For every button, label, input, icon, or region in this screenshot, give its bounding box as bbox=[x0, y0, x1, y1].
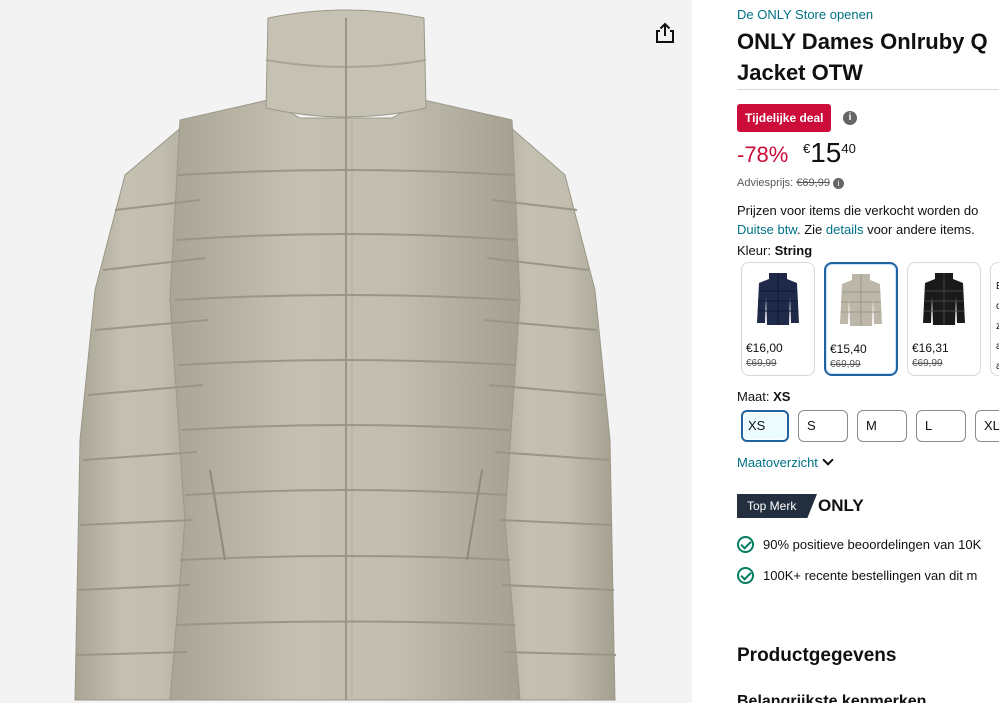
highlight-positive-reviews: 90% positieve beoordelingen van 10K bbox=[737, 536, 981, 553]
share-button[interactable] bbox=[650, 18, 680, 48]
swatch-price-black: €16,31 bbox=[912, 341, 949, 355]
discount-percentage: -78% bbox=[737, 142, 789, 167]
vat-notice-line2: Duitse btw. Zie details voor andere item… bbox=[737, 222, 975, 237]
list-price-info-icon[interactable]: i bbox=[832, 177, 844, 189]
product-image-panel[interactable] bbox=[0, 0, 692, 703]
store-link[interactable]: De ONLY Store openen bbox=[737, 7, 873, 22]
highlight-text: 90% positieve beoordelingen van 10K bbox=[763, 537, 982, 552]
swatch-old-price-navy: €69,99 bbox=[746, 358, 777, 369]
list-price-label: Adviesprijs: bbox=[737, 177, 794, 189]
share-icon bbox=[656, 22, 674, 43]
highlight-text: 100K+ recente bestellingen van dit m bbox=[763, 568, 978, 583]
swatch-old-price-string: €69,99 bbox=[830, 359, 861, 370]
product-image-jacket[interactable] bbox=[0, 0, 692, 703]
product-title-line1: ONLY Dames Onlruby Q bbox=[737, 29, 988, 54]
color-label-text: Kleur: bbox=[737, 243, 771, 258]
size-option-m[interactable]: M bbox=[857, 410, 907, 442]
size-chart-link-text: Maatoverzicht bbox=[737, 455, 818, 470]
list-price: Adviesprijs: €69,99 i bbox=[737, 177, 844, 189]
price: €1540 bbox=[803, 137, 856, 169]
price-symbol: € bbox=[803, 141, 811, 156]
swatch-price-navy: €16,00 bbox=[746, 341, 783, 355]
product-title-line2: Jacket OTW bbox=[737, 60, 863, 85]
color-label: Kleur: String bbox=[737, 243, 812, 258]
size-options: XS S M L XL bbox=[741, 410, 999, 442]
size-label-text: Maat: bbox=[737, 389, 770, 404]
size-selected: XS bbox=[773, 389, 791, 404]
top-brand-badge-text: Top Merk bbox=[747, 499, 797, 513]
swatch-old-price-black: €69,99 bbox=[912, 358, 943, 369]
vat-notice-line1: Prijzen voor items die verkocht worden d… bbox=[737, 203, 979, 218]
price-whole: 15 bbox=[810, 137, 842, 168]
check-circle-icon bbox=[737, 567, 754, 584]
swatch-black[interactable]: €16,31 €69,99 bbox=[907, 262, 981, 376]
swatch-thumb-black bbox=[908, 263, 980, 331]
key-features-heading: Belangrijkste kenmerken bbox=[737, 693, 927, 703]
vat-mid-text: . Zie bbox=[796, 222, 826, 237]
size-option-s[interactable]: S bbox=[798, 410, 848, 442]
swatch-partial[interactable]: E c z a a bbox=[990, 262, 999, 376]
product-info-panel: De ONLY Store openen ONLY Dames Onlruby … bbox=[737, 0, 999, 703]
chevron-down-icon bbox=[822, 454, 834, 466]
details-link[interactable]: details bbox=[826, 222, 864, 237]
vat-tail-text: voor andere items. bbox=[863, 222, 975, 237]
jacket-thumbnail-icon bbox=[923, 273, 965, 325]
highlight-recent-orders: 100K+ recente bestellingen van dit m bbox=[737, 567, 977, 584]
check-circle-icon bbox=[737, 536, 754, 553]
vat-link[interactable]: Duitse btw bbox=[737, 222, 797, 237]
jacket-thumbnail-icon bbox=[757, 273, 799, 325]
size-label: Maat: XS bbox=[737, 389, 790, 404]
color-swatches: €16,00 €69,99 €15,40 €69,99 €16,31 €69,9… bbox=[741, 262, 999, 376]
brand-name: ONLY bbox=[818, 496, 864, 515]
jacket-thumbnail-icon bbox=[840, 274, 882, 326]
size-option-l[interactable]: L bbox=[916, 410, 966, 442]
price-fraction: 40 bbox=[841, 141, 856, 156]
swatch-price-string: €15,40 bbox=[830, 342, 867, 356]
size-option-xl[interactable]: XL bbox=[975, 410, 999, 442]
product-title: ONLY Dames Onlruby Q Jacket OTW bbox=[737, 26, 999, 88]
deal-badge: Tijdelijke deal bbox=[737, 104, 832, 132]
swatch-navy[interactable]: €16,00 €69,99 bbox=[741, 262, 815, 376]
product-details-heading: Productgegevens bbox=[737, 645, 897, 666]
size-option-xs[interactable]: XS bbox=[741, 410, 789, 442]
info-icon[interactable]: i bbox=[843, 111, 857, 125]
swatch-thumb-navy bbox=[742, 263, 814, 331]
swatch-thumb-string bbox=[826, 264, 896, 332]
swatch-string[interactable]: €15,40 €69,99 bbox=[824, 262, 898, 376]
size-chart-link[interactable]: Maatoverzicht bbox=[737, 454, 834, 470]
divider bbox=[737, 89, 999, 90]
list-price-value: €69,99 bbox=[796, 177, 830, 189]
color-selected: String bbox=[774, 243, 813, 258]
